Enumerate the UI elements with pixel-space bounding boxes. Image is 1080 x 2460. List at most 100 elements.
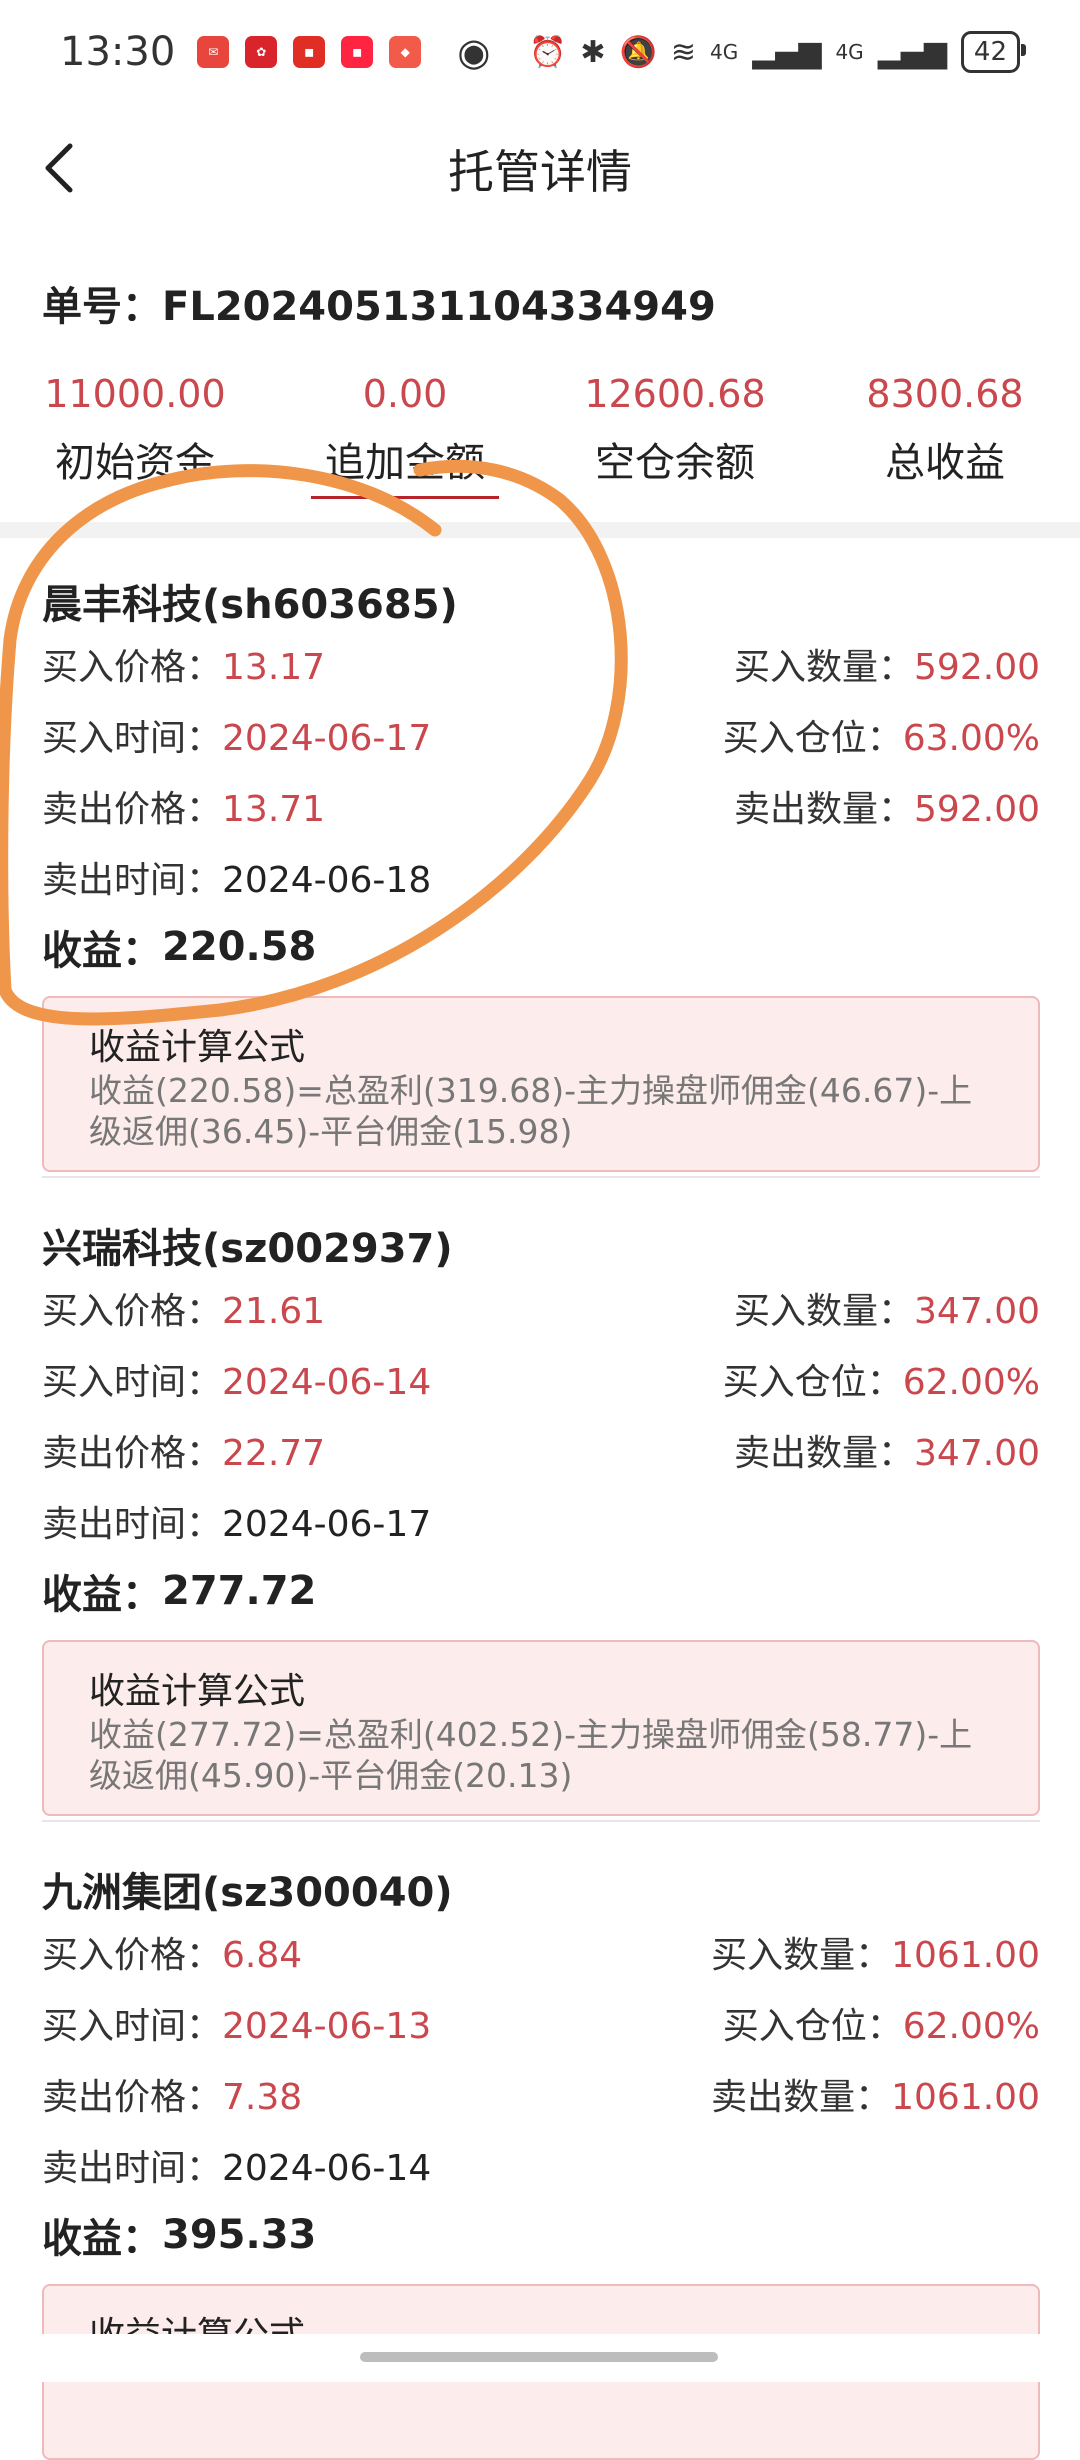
sell-price-value: 13.71	[222, 788, 326, 830]
formula-box: 收益计算公式 收益(220.58)=总盈利(319.68)-主力操盘师佣金(46…	[42, 996, 1040, 1172]
summary-row: 11000.00 初始资金 0.00 追加金额 12600.68 空仓余额 83…	[0, 372, 1080, 499]
stock-name: 晨丰科技(sh603685)	[42, 582, 458, 628]
buy-pos-value: 62.00%	[902, 2005, 1040, 2047]
wifi-icon: ≋	[670, 34, 696, 70]
profit-label: 收益：	[42, 2216, 162, 2262]
trade-row: 买入时间：2024-06-17 买入仓位：63.00%	[42, 699, 1040, 770]
order-number-value: FL202405131104334949	[162, 284, 716, 330]
order-number-label: 单号：	[42, 284, 162, 330]
status-indicators: ⏰ ✱ 🔕 ≋ 4G ▂▄▆ 4G ▂▄▆ 42	[529, 31, 1027, 73]
profit-label: 收益：	[42, 1572, 162, 1618]
status-time: 13:30	[60, 29, 176, 75]
buy-price-value: 21.61	[222, 1290, 326, 1332]
formula-title: 收益计算公式	[89, 1027, 306, 1068]
summary-label: 空仓余额	[595, 440, 755, 486]
buy-qty-value: 592.00	[914, 646, 1040, 688]
mute-icon: 🔕	[619, 34, 657, 70]
buy-price-label: 买入价格：	[42, 1290, 223, 1332]
sell-qty-value: 347.00	[914, 1432, 1040, 1474]
summary-value: 0.00	[362, 372, 448, 416]
sell-qty-label: 卖出数量：	[734, 1432, 915, 1474]
buy-time-label: 买入时间：	[42, 2005, 223, 2047]
signal-icon: ▂▄▆	[752, 34, 822, 70]
trade-row: 卖出价格：7.38 卖出数量：1061.00	[42, 2058, 1040, 2129]
stock-name: 兴瑞科技(sz002937)	[42, 1226, 453, 1272]
formula-line-2: 级返佣(36.45)-平台佣金(15.98)	[89, 1112, 573, 1151]
buy-qty-value: 347.00	[914, 1290, 1040, 1332]
buy-time-label: 买入时间：	[42, 717, 223, 759]
card-separator	[42, 1176, 1040, 1178]
sell-time-label: 卖出时间：	[42, 1503, 223, 1545]
formula-line-1: 收益(220.58)=总盈利(319.68)-主力操盘师佣金(46.67)-上	[89, 1071, 973, 1110]
sell-price-value: 22.77	[222, 1432, 326, 1474]
trade-card: 兴瑞科技(sz002937) 买入价格：21.61 买入数量：347.00 买入…	[42, 1216, 1040, 1816]
buy-pos-value: 62.00%	[902, 1361, 1040, 1403]
pinduoduo-app-icon: ◼	[293, 36, 326, 68]
summary-value: 11000.00	[44, 372, 226, 416]
card-separator	[42, 1820, 1040, 1822]
sell-time-value: 2024-06-17	[222, 1503, 432, 1545]
buy-qty-label: 买入数量：	[711, 1934, 892, 1976]
eye-icon: ◉	[457, 30, 491, 74]
buy-time-value: 2024-06-13	[222, 2005, 432, 2047]
summary-label: 总收益	[885, 440, 1005, 486]
buy-pos-label: 买入仓位：	[722, 717, 903, 759]
profit-value: 220.58	[162, 924, 317, 970]
network-label-2: 4G	[835, 40, 864, 64]
summary-label: 追加金额	[311, 430, 499, 499]
buy-qty-value: 1061.00	[891, 1934, 1040, 1976]
sell-price-label: 卖出价格：	[42, 2076, 223, 2118]
page-title: 托管详情	[448, 145, 632, 199]
sell-qty-label: 卖出数量：	[711, 2076, 892, 2118]
trade-row: 买入价格：13.17 买入数量：592.00	[42, 628, 1040, 699]
formula-box: 收益计算公式 收益(277.72)=总盈利(402.52)-主力操盘师佣金(58…	[42, 1640, 1040, 1816]
profit-line: 收益： 395.33	[42, 2200, 1040, 2270]
battery-level: 42	[973, 37, 1007, 67]
red-envelope-app-icon: ✉	[197, 36, 230, 68]
summary-value: 12600.68	[584, 372, 766, 416]
buy-pos-label: 买入仓位：	[722, 1361, 903, 1403]
profit-value: 277.72	[162, 1568, 317, 1614]
buy-qty-label: 买入数量：	[734, 646, 915, 688]
buy-pos-label: 买入仓位：	[722, 2005, 903, 2047]
trade-row: 买入时间：2024-06-14 买入仓位：62.00%	[42, 1343, 1040, 1414]
buy-time-value: 2024-06-14	[222, 1361, 432, 1403]
buy-time-value: 2024-06-17	[222, 717, 432, 759]
alarm-icon: ⏰	[529, 34, 567, 70]
home-indicator[interactable]	[360, 2352, 718, 2362]
buy-price-label: 买入价格：	[42, 1934, 223, 1976]
section-divider	[0, 522, 1080, 538]
summary-added-amount[interactable]: 0.00 追加金额	[270, 372, 540, 499]
battery-icon: 42	[960, 31, 1027, 73]
sell-qty-label: 卖出数量：	[734, 788, 915, 830]
buy-price-value: 6.84	[222, 1934, 303, 1976]
profit-label: 收益：	[42, 928, 162, 974]
trade-row: 买入价格：21.61 买入数量：347.00	[42, 1272, 1040, 1343]
buy-time-label: 买入时间：	[42, 1361, 223, 1403]
order-number: 单号：FL202405131104334949	[42, 274, 716, 332]
formula-line-2: 级返佣(45.90)-平台佣金(20.13)	[89, 1756, 573, 1795]
summary-idle-balance[interactable]: 12600.68 空仓余额	[540, 372, 810, 499]
sell-price-label: 卖出价格：	[42, 788, 223, 830]
profit-line: 收益： 220.58	[42, 912, 1040, 982]
sell-time-label: 卖出时间：	[42, 2147, 223, 2189]
sell-price-label: 卖出价格：	[42, 1432, 223, 1474]
nav-bar: 托管详情	[0, 104, 1080, 234]
sell-price-value: 7.38	[222, 2076, 303, 2118]
formula-title: 收益计算公式	[89, 1671, 306, 1712]
summary-initial-capital[interactable]: 11000.00 初始资金	[0, 372, 270, 499]
sell-time-value: 2024-06-14	[222, 2147, 432, 2189]
sell-time-value: 2024-06-18	[222, 859, 432, 901]
trade-row: 卖出时间：2024-06-14	[42, 2129, 1040, 2200]
profit-value: 395.33	[162, 2212, 317, 2258]
trade-row: 卖出价格：22.77 卖出数量：347.00	[42, 1414, 1040, 1485]
sell-qty-value: 592.00	[914, 788, 1040, 830]
trade-card: 晨丰科技(sh603685) 买入价格：13.17 买入数量：592.00 买入…	[42, 572, 1040, 1172]
summary-total-profit[interactable]: 8300.68 总收益	[810, 372, 1080, 499]
profit-line: 收益： 277.72	[42, 1556, 1040, 1626]
sell-qty-value: 1061.00	[891, 2076, 1040, 2118]
summary-value: 8300.68	[866, 372, 1024, 416]
formula-line-1: 收益(277.72)=总盈利(402.52)-主力操盘师佣金(58.77)-上	[89, 1715, 973, 1754]
xiaohongshu-app-icon: ◼	[341, 36, 374, 68]
red-flower-app-icon: ✿	[245, 36, 278, 68]
